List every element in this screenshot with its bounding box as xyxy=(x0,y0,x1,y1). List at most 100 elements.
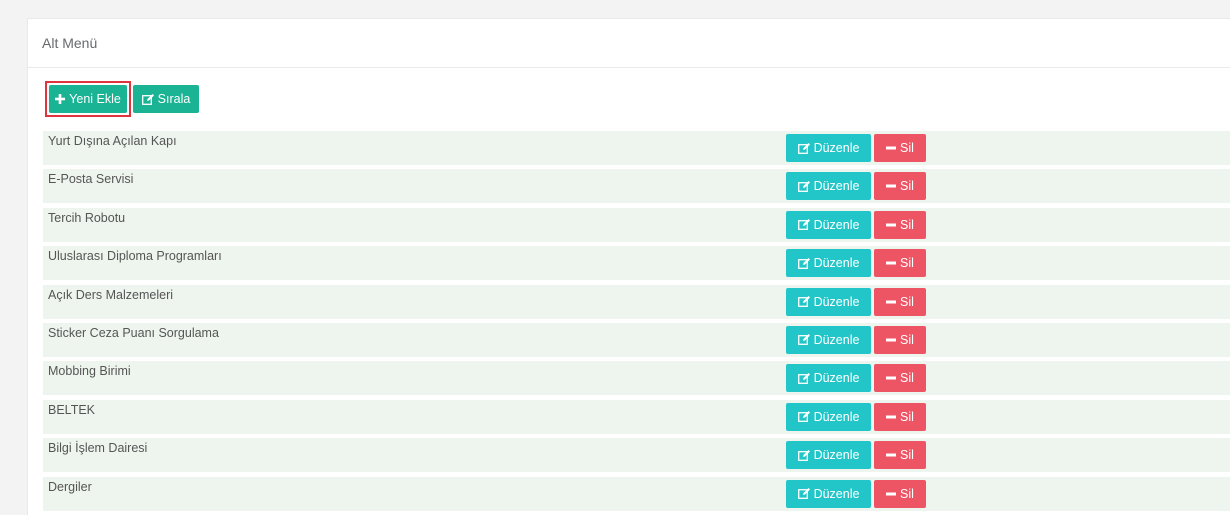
edit-label: Düzenle xyxy=(813,332,860,347)
row-actions: Düzenle Sil xyxy=(786,402,926,431)
submenu-list: Yurt Dışına Açılan Kapı Düzenle Sil E-Po… xyxy=(43,131,1230,515)
edit-button[interactable]: Düzenle xyxy=(786,479,871,508)
delete-button[interactable]: Sil xyxy=(874,210,926,239)
delete-label: Sil xyxy=(900,294,914,309)
delete-button[interactable]: Sil xyxy=(874,249,926,278)
list-item: E-Posta Servisi Düzenle Sil xyxy=(43,169,1230,204)
edit-label: Düzenle xyxy=(813,141,860,155)
minus-icon xyxy=(886,223,897,227)
list-item: Mobbing Birimi Düzenle Sil xyxy=(43,361,1230,396)
row-actions: Düzenle Sil xyxy=(786,479,926,508)
minus-icon xyxy=(886,376,897,380)
list-item: BELTEK Düzenle Sil xyxy=(43,399,1230,434)
edit-button[interactable]: Düzenle xyxy=(786,364,871,393)
delete-button[interactable]: Sil xyxy=(874,479,926,508)
list-item: Bilgi İşlem Dairesi Düzenle Sil xyxy=(43,438,1230,473)
minus-icon xyxy=(886,338,897,342)
minus-icon xyxy=(886,415,897,419)
submenu-panel: Alt Menü Yeni Ekle Sırala Yurt Dışına Aç… xyxy=(27,18,1230,515)
minus-icon xyxy=(886,453,897,457)
delete-label: Sil xyxy=(900,179,914,194)
row-actions: Düzenle Sil xyxy=(786,441,926,470)
edit-label: Düzenle xyxy=(813,409,860,424)
delete-label: Sil xyxy=(900,256,914,271)
delete-button[interactable]: Sil xyxy=(874,402,926,431)
add-button-highlight: Yeni Ekle xyxy=(45,81,131,117)
list-item: Yurt Dışına Açılan Kapı Düzenle Sil xyxy=(43,131,1230,165)
list-item-label: Sticker Ceza Puanı Sorgulama xyxy=(48,325,219,340)
delete-label: Sil xyxy=(900,141,914,155)
edit-button[interactable]: Düzenle xyxy=(786,402,871,431)
sort-label: Sırala xyxy=(157,92,191,106)
minus-icon xyxy=(886,146,897,150)
minus-icon xyxy=(886,492,897,496)
plus-icon xyxy=(55,94,66,104)
list-item-label: Dergiler xyxy=(48,479,92,494)
list-item-label: E-Posta Servisi xyxy=(48,172,134,187)
list-item-label: Bilgi İşlem Dairesi xyxy=(48,441,148,456)
row-actions: Düzenle Sil xyxy=(786,249,926,278)
delete-label: Sil xyxy=(900,448,914,463)
edit-button[interactable]: Düzenle xyxy=(786,249,871,278)
minus-icon xyxy=(886,300,897,304)
edit-icon xyxy=(797,296,810,308)
delete-label: Sil xyxy=(900,409,914,424)
minus-icon xyxy=(886,184,897,188)
list-item-label: Mobbing Birimi xyxy=(48,364,131,379)
list-item: Açık Ders Malzemeleri Düzenle Sil xyxy=(43,284,1230,319)
delete-label: Sil xyxy=(900,217,914,232)
list-item-label: Açık Ders Malzemeleri xyxy=(48,287,174,302)
delete-label: Sil xyxy=(900,332,914,347)
edit-button[interactable]: Düzenle xyxy=(786,287,871,316)
row-actions: Düzenle Sil xyxy=(786,134,926,162)
row-actions: Düzenle Sil xyxy=(786,287,926,316)
edit-icon xyxy=(797,411,810,423)
row-actions: Düzenle Sil xyxy=(786,325,926,354)
list-item: Uluslarası Diploma Programları Düzenle S… xyxy=(43,246,1230,281)
delete-button[interactable]: Sil xyxy=(874,441,926,470)
delete-button[interactable]: Sil xyxy=(874,172,926,201)
edit-icon xyxy=(141,93,154,105)
minus-icon xyxy=(886,261,897,265)
edit-label: Düzenle xyxy=(813,486,860,501)
edit-label: Düzenle xyxy=(813,179,860,194)
edit-icon xyxy=(797,219,810,231)
edit-icon xyxy=(797,372,810,384)
row-actions: Düzenle Sil xyxy=(786,364,926,393)
edit-icon xyxy=(797,334,810,346)
list-item: Sticker Ceza Puanı Sorgulama Düzenle Sil xyxy=(43,322,1230,357)
edit-button[interactable]: Düzenle xyxy=(786,172,871,201)
sort-button[interactable]: Sırala xyxy=(133,85,199,113)
list-item-label: Yurt Dışına Açılan Kapı xyxy=(48,134,177,148)
edit-icon xyxy=(797,257,810,269)
list-item: Tercih Robotu Düzenle Sil xyxy=(43,207,1230,242)
add-new-button[interactable]: Yeni Ekle xyxy=(49,85,127,113)
edit-label: Düzenle xyxy=(813,448,860,463)
list-item: Dergiler Düzenle Sil xyxy=(43,476,1230,511)
toolbar: Yeni Ekle Sırala xyxy=(45,81,199,117)
edit-icon xyxy=(797,180,810,192)
delete-button[interactable]: Sil xyxy=(874,134,926,162)
delete-button[interactable]: Sil xyxy=(874,287,926,316)
row-actions: Düzenle Sil xyxy=(786,210,926,239)
delete-button[interactable]: Sil xyxy=(874,325,926,354)
edit-button[interactable]: Düzenle xyxy=(786,441,871,470)
edit-label: Düzenle xyxy=(813,256,860,271)
edit-button[interactable]: Düzenle xyxy=(786,210,871,239)
edit-button[interactable]: Düzenle xyxy=(786,134,871,162)
delete-button[interactable]: Sil xyxy=(874,364,926,393)
edit-button[interactable]: Düzenle xyxy=(786,325,871,354)
edit-icon xyxy=(797,142,810,154)
edit-icon xyxy=(797,488,810,499)
add-new-label: Yeni Ekle xyxy=(69,92,121,106)
row-actions: Düzenle Sil xyxy=(786,172,926,201)
delete-label: Sil xyxy=(900,486,914,501)
delete-label: Sil xyxy=(900,371,914,386)
list-item-label: Tercih Robotu xyxy=(48,210,126,225)
edit-label: Düzenle xyxy=(813,371,860,386)
edit-label: Düzenle xyxy=(813,217,860,232)
list-item-label: BELTEK xyxy=(48,402,96,417)
edit-label: Düzenle xyxy=(813,294,860,309)
edit-icon xyxy=(797,449,810,461)
list-item-label: Uluslarası Diploma Programları xyxy=(48,249,222,264)
